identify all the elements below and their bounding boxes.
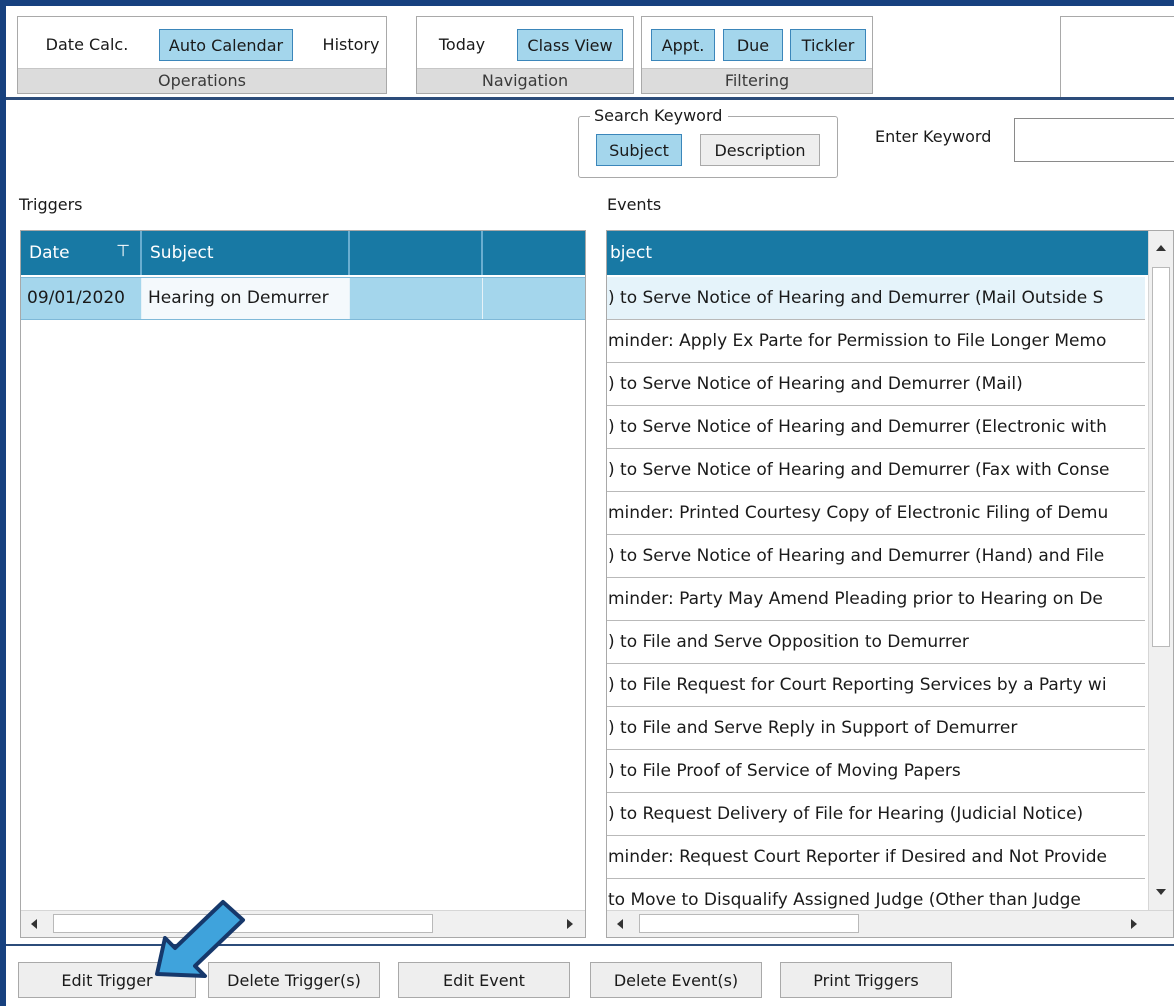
events-grid: bject ) to Serve Notice of Hearing and D…: [606, 230, 1174, 938]
filtering-group-label: Filtering: [642, 68, 872, 93]
edit-event-button[interactable]: Edit Event: [398, 962, 570, 998]
list-item[interactable]: ) to Request Delivery of File for Hearin…: [607, 793, 1145, 836]
events-vertical-scrollbar[interactable]: [1148, 231, 1173, 911]
enter-keyword-label: Enter Keyword: [875, 127, 992, 146]
description-search-toggle[interactable]: Description: [700, 134, 820, 166]
list-item[interactable]: ) to Serve Notice of Hearing and Demurre…: [607, 406, 1145, 449]
scroll-left-icon[interactable]: [617, 919, 623, 929]
list-item[interactable]: ) to File and Serve Reply in Support of …: [607, 707, 1145, 750]
scroll-right-icon[interactable]: [1131, 919, 1137, 929]
list-item[interactable]: minder: Printed Courtesy Copy of Electro…: [607, 492, 1145, 535]
print-triggers-button[interactable]: Print Triggers: [780, 962, 952, 998]
navigation-group: Today Class View Navigation: [416, 16, 634, 94]
list-item[interactable]: ) to File and Serve Opposition to Demurr…: [607, 621, 1145, 664]
event-subject-column-header[interactable]: bject: [607, 231, 1167, 275]
keyword-input[interactable]: [1014, 118, 1174, 162]
triggers-grid-header: Date ⊤ Subject: [21, 231, 585, 275]
subject-search-toggle[interactable]: Subject: [596, 134, 682, 166]
operations-group: Date Calc. Auto Calendar History Operati…: [17, 16, 387, 94]
trigger-empty-cell: [483, 278, 585, 319]
due-filter-button[interactable]: Due: [723, 29, 783, 61]
table-row[interactable]: 09/01/2020 Hearing on Demurrer: [21, 277, 585, 320]
trigger-subject-cell: Hearing on Demurrer: [142, 278, 350, 319]
subject-column-header[interactable]: Subject: [142, 231, 350, 275]
appt-filter-button[interactable]: Appt.: [651, 29, 715, 61]
today-button[interactable]: Today: [431, 29, 493, 61]
list-item[interactable]: minder: Request Court Reporter if Desire…: [607, 836, 1145, 879]
events-grid-header: bject: [607, 231, 1149, 275]
trigger-column-4-header[interactable]: [483, 231, 585, 275]
class-view-button[interactable]: Class View: [517, 29, 623, 61]
date-column-label: Date: [29, 243, 70, 263]
trigger-column-3-header[interactable]: [350, 231, 483, 275]
list-item[interactable]: minder: Apply Ex Parte for Permission to…: [607, 320, 1145, 363]
navigation-group-label: Navigation: [417, 68, 633, 93]
ribbon: Date Calc. Auto Calendar History Operati…: [6, 6, 1174, 100]
ribbon-empty-panel: [1060, 16, 1174, 100]
date-column-header[interactable]: Date ⊤: [21, 231, 142, 275]
delete-events-button[interactable]: Delete Event(s): [590, 962, 762, 998]
trigger-date-cell: 09/01/2020: [21, 278, 142, 319]
list-item[interactable]: ) to File Proof of Service of Moving Pap…: [607, 750, 1145, 793]
callout-arrow-icon: [155, 900, 245, 978]
list-item[interactable]: minder: Party May Amend Pleading prior t…: [607, 578, 1145, 621]
ribbon-divider: [6, 97, 1174, 100]
triggers-horizontal-scrollbar[interactable]: [21, 910, 585, 937]
events-scroll-thumb[interactable]: [639, 914, 859, 933]
list-item[interactable]: ) to Serve Notice of Hearing and Demurre…: [607, 535, 1145, 578]
scroll-left-icon[interactable]: [31, 919, 37, 929]
scroll-up-icon[interactable]: [1156, 245, 1166, 251]
events-horizontal-scrollbar[interactable]: [607, 910, 1173, 937]
list-item[interactable]: ) to File Request for Court Reporting Se…: [607, 664, 1145, 707]
auto-calendar-button[interactable]: Auto Calendar: [159, 29, 293, 61]
tickler-filter-button[interactable]: Tickler: [790, 29, 866, 61]
triggers-grid: Date ⊤ Subject 09/01/2020 Hearing on Dem…: [20, 230, 586, 938]
date-calc-button[interactable]: Date Calc.: [34, 29, 140, 61]
filter-icon[interactable]: ⊤: [116, 231, 130, 273]
operations-group-label: Operations: [18, 68, 386, 93]
list-item[interactable]: ) to Serve Notice of Hearing and Demurre…: [607, 449, 1145, 492]
triggers-label: Triggers: [19, 195, 83, 214]
trigger-empty-cell: [350, 278, 483, 319]
list-item[interactable]: ) to Serve Notice of Hearing and Demurre…: [607, 277, 1145, 320]
filtering-group: Appt. Due Tickler Filtering: [641, 16, 873, 94]
events-label: Events: [607, 195, 662, 214]
events-vertical-thumb[interactable]: [1152, 267, 1170, 647]
history-button[interactable]: History: [314, 29, 388, 61]
scroll-right-icon[interactable]: [567, 919, 573, 929]
list-item[interactable]: ) to Serve Notice of Hearing and Demurre…: [607, 363, 1145, 406]
search-keyword-legend: Search Keyword: [590, 106, 729, 125]
scroll-down-icon[interactable]: [1156, 889, 1166, 895]
